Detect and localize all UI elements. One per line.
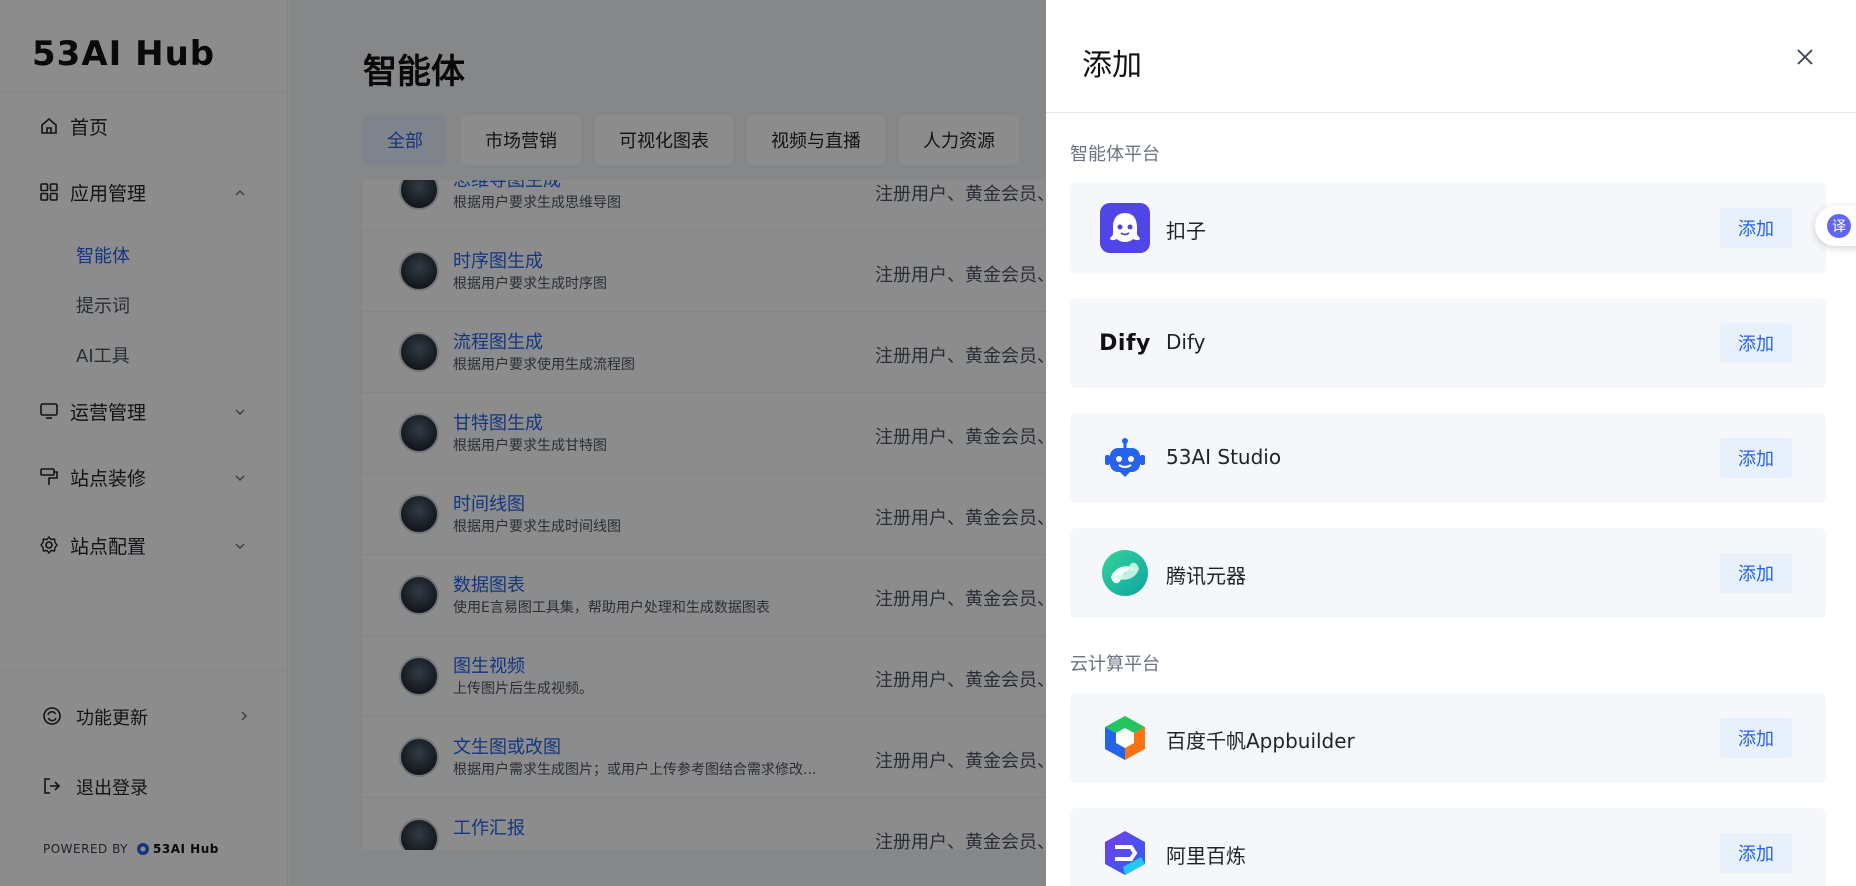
add-button[interactable]: 添加 <box>1720 553 1792 593</box>
close-icon[interactable] <box>1794 46 1816 68</box>
platform-card-dify: Dify Dify 添加 <box>1070 298 1826 388</box>
baidu-qianfan-icon <box>1100 713 1150 763</box>
robot-icon <box>1100 433 1150 483</box>
add-button[interactable]: 添加 <box>1720 438 1792 478</box>
add-button[interactable]: 添加 <box>1720 833 1792 873</box>
platform-label: 百度千帆Appbuilder <box>1166 729 1355 753</box>
translate-floating-button[interactable]: 译 <box>1815 206 1856 246</box>
dify-logo-icon: Dify <box>1099 330 1151 356</box>
add-button[interactable]: 添加 <box>1720 208 1792 248</box>
section-title-agent-platforms: 智能体平台 <box>1070 144 1160 165</box>
divider <box>1046 112 1856 113</box>
platform-label: 阿里百炼 <box>1166 844 1246 868</box>
platform-label: 扣子 <box>1166 219 1206 243</box>
section-title-cloud-platforms: 云计算平台 <box>1070 654 1160 675</box>
add-button[interactable]: 添加 <box>1720 718 1792 758</box>
tencent-yuanqi-icon <box>1100 548 1150 598</box>
platform-card-tencent-yuanqi: 腾讯元器 添加 <box>1070 528 1826 618</box>
platform-label: 53AI Studio <box>1166 445 1282 469</box>
modal-backdrop[interactable] <box>0 0 1046 886</box>
add-drawer: 添加 智能体平台 扣子 添加 Dify Dify 添加 53AI Studio … <box>1046 0 1856 886</box>
platform-card-coze: 扣子 添加 <box>1070 183 1826 273</box>
platform-label: 腾讯元器 <box>1166 564 1246 588</box>
platform-label: Dify <box>1166 330 1206 354</box>
platform-card-ali-bailian: 阿里百炼 添加 <box>1070 808 1826 886</box>
platform-card-baidu-qianfan: 百度千帆Appbuilder 添加 <box>1070 693 1826 783</box>
add-button[interactable]: 添加 <box>1720 323 1792 363</box>
ali-bailian-icon <box>1100 828 1150 878</box>
coze-icon <box>1100 203 1150 253</box>
drawer-title: 添加 <box>1082 48 1142 83</box>
platform-card-53ai-studio: 53AI Studio 添加 <box>1070 413 1826 503</box>
translate-icon: 译 <box>1827 214 1851 238</box>
